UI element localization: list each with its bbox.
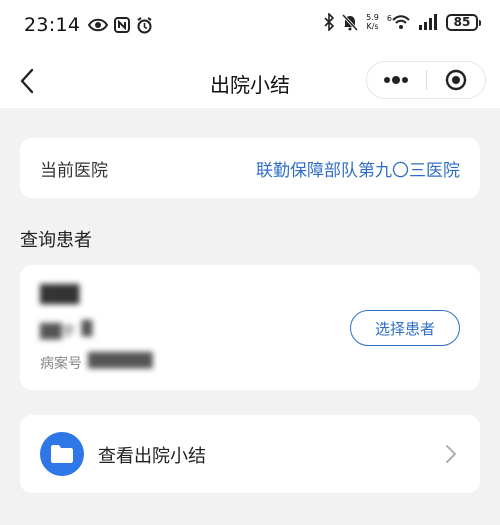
eye-icon [88, 18, 109, 32]
close-program-button[interactable] [427, 62, 486, 98]
hospital-card: 当前医院 联勤保障部队第九〇三医院 [20, 138, 480, 198]
patient-section-title: 查询患者 [20, 230, 92, 251]
bluetooth-icon [324, 13, 335, 31]
status-bar: 23:14 5.9 K/s 6 85 [0, 0, 500, 56]
view-summary-label: 查看出院小结 [98, 446, 206, 467]
more-button[interactable] [367, 62, 426, 98]
battery-level: 85 [453, 15, 471, 29]
network-speed: 5.9 K/s [366, 13, 379, 31]
wifi-indicator: 6 [387, 14, 410, 30]
chevron-right-icon [446, 445, 456, 463]
battery-indicator: 85 [446, 13, 481, 31]
folder-icon [40, 432, 84, 476]
network-speed-unit: K/s [366, 22, 379, 31]
signal-icon [419, 14, 437, 30]
alarm-icon [137, 16, 152, 33]
view-summary-card[interactable]: 查看出院小结 [20, 415, 480, 493]
mute-bell-icon [342, 13, 359, 31]
patient-age: ██岁 [40, 324, 76, 340]
patient-name: ███ [40, 285, 80, 305]
hospital-label: 当前医院 [40, 161, 108, 181]
status-left-icons [88, 16, 153, 34]
status-left: 23:14 [24, 14, 153, 36]
case-number-label: 病案号 [40, 356, 82, 372]
network-speed-value: 5.9 [366, 13, 379, 22]
target-close-icon [445, 69, 466, 91]
wifi-icon [392, 14, 410, 29]
patient-card: ███ ██岁 █ 病案号 ██████ 选择患者 [20, 265, 480, 390]
patient-gender: █ [81, 321, 93, 337]
case-number-value: ██████ [88, 353, 153, 369]
patient-case: 病案号 ██████ [40, 353, 153, 373]
mini-program-capsule [366, 61, 486, 99]
status-right: 5.9 K/s 6 85 [324, 13, 481, 31]
nav-bar: 出院小结 [0, 56, 500, 108]
hospital-name[interactable]: 联勤保障部队第九〇三医院 [256, 156, 460, 181]
folder-glyph-icon [51, 445, 73, 463]
select-patient-button[interactable]: 选择患者 [350, 310, 460, 346]
nfc-icon [114, 17, 131, 33]
patient-meta: ██岁 █ [40, 321, 92, 341]
more-dots-icon [384, 76, 409, 84]
status-time: 23:14 [24, 14, 81, 36]
